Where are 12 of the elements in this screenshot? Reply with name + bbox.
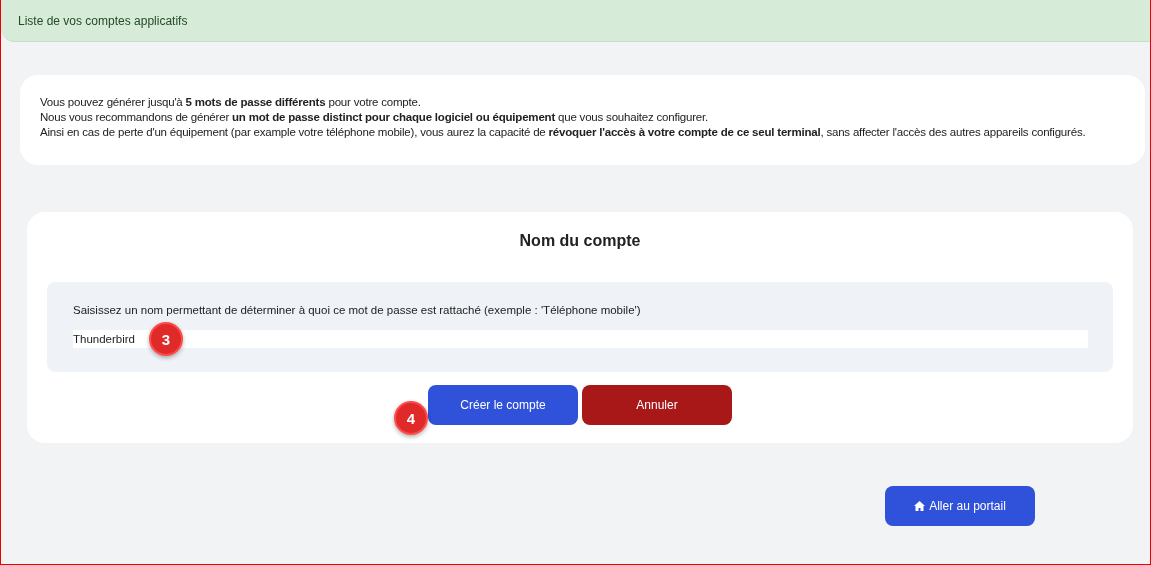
form-title: Nom du compte <box>518 232 642 250</box>
info-text: Vous pouvez générer jusqu'à 5 mots de passe différents pour votre compte. <box>40 95 422 110</box>
step-marker: 4 <box>394 401 428 435</box>
field-hint: Saisissez un nom permettant de déterminer à quoi ce mot de passe est rattaché (exemple : 'Téléphone mobile') <box>73 304 642 316</box>
info-text: Nous vous recommandons de générer un mot de passe distinct pour chaque logiciel ou équipement que vous souhaitez configurer. <box>40 110 710 125</box>
home-icon <box>914 501 926 511</box>
info-text: Ainsi en cas de perte d'un équipement (par example votre téléphone mobile), vous aurez la capacité de révoquer l'accès à votre compte de ce seul terminal, sans affecter l'accès des autres appareils configurés. <box>40 125 1087 140</box>
header-title: Liste de vos comptes applicatifs <box>18 13 188 28</box>
cancel-button[interactable]: Annuler <box>582 385 732 425</box>
step-marker: 3 <box>149 322 183 356</box>
portal-button[interactable]: Aller au portail <box>885 486 1035 526</box>
create-account-button[interactable]: Créer le compte <box>428 385 578 425</box>
